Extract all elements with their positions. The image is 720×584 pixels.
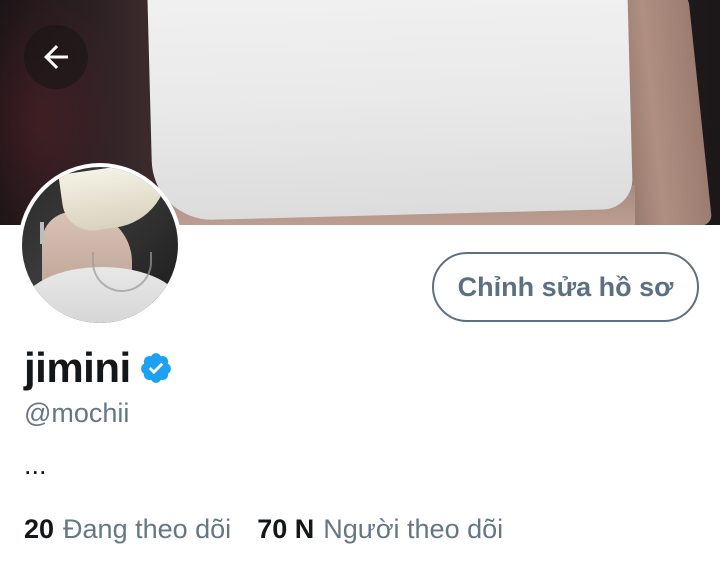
bio-text: ... bbox=[24, 450, 47, 480]
following-count: 20 bbox=[24, 514, 55, 544]
followers-stat[interactable]: 70 N Người theo dõi bbox=[257, 514, 503, 545]
followers-label: Người theo dõi bbox=[323, 514, 504, 544]
arrow-left-icon bbox=[44, 45, 68, 69]
follow-stats: 20 Đang theo dõi 70 N Người theo dõi bbox=[24, 514, 503, 545]
back-button[interactable] bbox=[24, 25, 88, 89]
verified-badge-icon bbox=[140, 353, 171, 383]
user-handle: @mochii bbox=[24, 398, 130, 428]
following-label: Đang theo dõi bbox=[63, 514, 232, 544]
avatar-hair bbox=[58, 167, 176, 235]
name-row: jimini bbox=[24, 344, 173, 392]
avatar-image bbox=[22, 167, 178, 323]
following-stat[interactable]: 20 Đang theo dõi bbox=[24, 514, 231, 545]
followers-count: 70 N bbox=[257, 514, 315, 544]
display-name: jimini bbox=[24, 344, 131, 391]
avatar-earring bbox=[40, 222, 44, 244]
edit-profile-button[interactable]: Chỉnh sửa hồ sơ bbox=[432, 252, 699, 322]
avatar[interactable] bbox=[18, 163, 182, 327]
banner-shirt bbox=[146, 0, 634, 222]
